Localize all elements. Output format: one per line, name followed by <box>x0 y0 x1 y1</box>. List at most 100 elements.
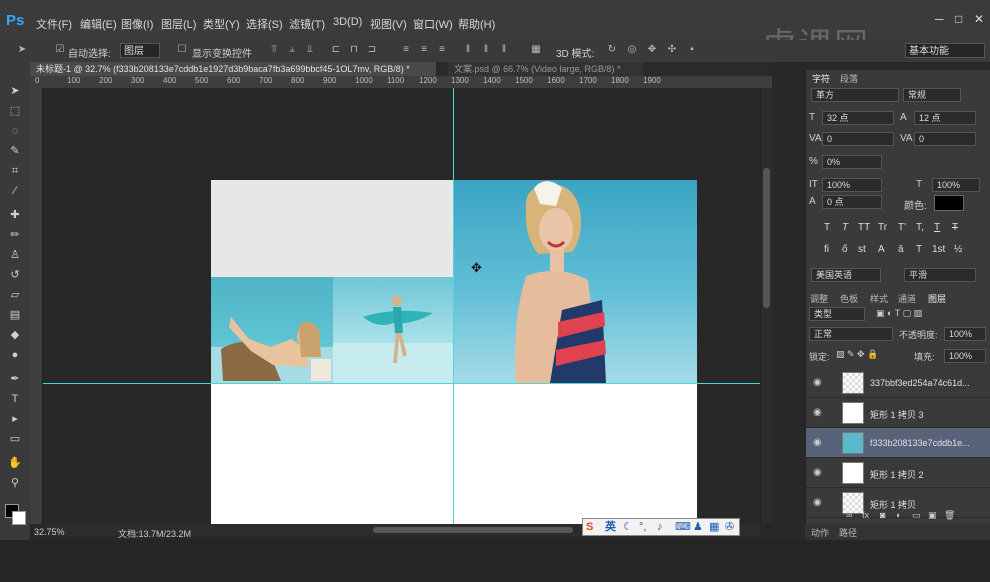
add-mask-icon[interactable]: ◙ <box>880 510 885 520</box>
shape-tool-icon[interactable]: ▭ <box>7 432 23 446</box>
moon-icon[interactable]: ☾ <box>623 521 633 533</box>
background-color-swatch[interactable] <box>12 511 26 525</box>
kerning-field[interactable]: 0 <box>822 132 894 146</box>
vertical-guide[interactable] <box>453 88 454 524</box>
align-right-icon[interactable]: ⊐ <box>366 44 378 56</box>
tab-channels[interactable]: 通道 <box>898 292 916 305</box>
layer-name[interactable]: f333b208133e7cddb1e... <box>870 438 980 448</box>
visibility-eye-icon[interactable]: ◉ <box>813 497 822 508</box>
tab-paragraph[interactable]: 段落 <box>840 72 858 85</box>
antialias-dropdown[interactable]: 平滑 <box>904 268 976 282</box>
underline-button[interactable]: T <box>934 222 940 233</box>
tracking-field[interactable]: 0 <box>914 132 976 146</box>
menu-select[interactable]: 选择(S) <box>246 16 283 32</box>
contextual-alternates-button[interactable]: ő <box>842 244 848 255</box>
3d-slide-icon[interactable]: ✣ <box>666 44 678 56</box>
quick-select-tool-icon[interactable]: ✎ <box>7 144 23 158</box>
titling-alternates-button[interactable]: T <box>916 244 922 255</box>
document-canvas[interactable] <box>211 180 697 524</box>
link-layers-icon[interactable]: ∞ <box>846 510 852 520</box>
3d-scale-icon[interactable]: ▪ <box>686 44 698 56</box>
horizontal-scroll-thumb[interactable] <box>373 527 573 533</box>
tab-character[interactable]: 字符 <box>812 72 830 85</box>
visibility-eye-icon[interactable]: ◉ <box>813 467 822 478</box>
auto-align-icon[interactable]: ▦ <box>530 44 542 56</box>
keyboard-icon[interactable]: ⌨ <box>675 521 691 533</box>
layer-row[interactable]: ◉ 337bbf3ed254a74c61d... <box>806 368 990 398</box>
ligatures-button[interactable]: fi <box>824 244 829 255</box>
3d-roll-icon[interactable]: ◎ <box>626 44 638 56</box>
horizontal-guide[interactable] <box>43 383 760 384</box>
zoom-level[interactable]: 32.75% <box>34 527 65 537</box>
type-tool-icon[interactable]: T <box>7 392 23 406</box>
font-style-dropdown[interactable]: 常规 <box>903 88 961 102</box>
all-caps-button[interactable]: TT <box>858 222 870 233</box>
tab-styles[interactable]: 样式 <box>870 292 888 305</box>
microphone-icon[interactable]: ♪ <box>657 521 663 533</box>
ime-language-label[interactable]: 英 <box>605 521 616 533</box>
tab-actions[interactable]: 动作 <box>811 526 829 539</box>
workspace-dropdown[interactable]: 基本功能 <box>905 43 985 58</box>
history-brush-tool-icon[interactable]: ↺ <box>7 268 23 282</box>
menu-layer[interactable]: 图层(L) <box>161 16 196 32</box>
dodge-tool-icon[interactable]: ● <box>7 348 23 362</box>
canvas-area[interactable]: ✥ <box>43 88 760 524</box>
layer-name[interactable]: 337bbf3ed254a74c61d... <box>870 378 980 388</box>
3d-rotate-icon[interactable]: ↻ <box>606 44 618 56</box>
align-vcenter-icon[interactable]: ⫨ <box>286 44 298 56</box>
distribute-right-icon[interactable]: ‖ <box>498 44 510 56</box>
menu-type[interactable]: 类型(Y) <box>203 16 240 32</box>
auto-select-dropdown[interactable]: 图层 <box>120 43 160 58</box>
ime-toolbar[interactable]: S 英 ☾ °, ♪ ⌨ ♟ ▦ ✇ <box>582 518 740 536</box>
tab-untitled-1[interactable]: 未标题-1 @ 32.7% (f333b208133e7cddb1e1927d3… <box>30 62 436 76</box>
distribute-hcenter-icon[interactable]: ‖ <box>480 44 492 56</box>
strikethrough-button[interactable]: T <box>952 222 958 233</box>
minimize-button[interactable]: ─ <box>935 12 944 26</box>
checkbox-icon[interactable]: ☐ <box>176 44 188 56</box>
align-left-icon[interactable]: ⊏ <box>330 44 342 56</box>
lock-icons[interactable]: ▨ ✎ ✥ 🔒 <box>836 349 878 360</box>
pen-tool-icon[interactable]: ✒ <box>7 372 23 386</box>
distribute-vcenter-icon[interactable]: ≡ <box>418 44 430 56</box>
vertical-scale-field[interactable]: 100% <box>822 178 882 192</box>
faux-bold-button[interactable]: T <box>824 222 830 233</box>
stylistic-alternates-button[interactable]: ā <box>898 244 904 255</box>
tsume-field[interactable]: 0% <box>822 155 882 169</box>
tab-adjustments[interactable]: 调整 <box>810 292 828 305</box>
tab-copywriting-psd[interactable]: 文案.psd @ 66.7% (Video large, RGB/8) * <box>448 62 643 76</box>
small-caps-button[interactable]: Tr <box>878 222 887 233</box>
menu-edit[interactable]: 编辑(E) <box>80 16 117 32</box>
distribute-bottom-icon[interactable]: ≡ <box>436 44 448 56</box>
layer-row[interactable]: ◉ 矩形 1 拷贝 3 <box>806 398 990 428</box>
subscript-button[interactable]: T, <box>916 222 924 233</box>
swash-button[interactable]: A <box>878 244 885 255</box>
distribute-top-icon[interactable]: ≡ <box>400 44 412 56</box>
new-group-icon[interactable]: ▭ <box>912 510 921 521</box>
menu-window[interactable]: 窗口(W) <box>413 16 453 32</box>
hand-tool-icon[interactable]: ✋ <box>7 456 23 470</box>
superscript-button[interactable]: T' <box>898 222 906 233</box>
skin-icon[interactable]: ♟ <box>693 521 703 533</box>
blend-mode-dropdown[interactable]: 正常 <box>809 327 893 341</box>
move-tool-icon[interactable]: ➤ <box>16 44 28 56</box>
crop-tool-icon[interactable]: ⌗ <box>7 164 23 178</box>
fractions-button[interactable]: ½ <box>954 244 962 255</box>
zoom-tool-icon[interactable]: ⚲ <box>7 476 23 490</box>
close-button[interactable]: ✕ <box>974 12 984 26</box>
visibility-eye-icon[interactable]: ◉ <box>813 437 822 448</box>
eraser-tool-icon[interactable]: ▱ <box>7 288 23 302</box>
ordinals-button[interactable]: 1st <box>932 244 945 255</box>
align-hcenter-icon[interactable]: ⊓ <box>348 44 360 56</box>
toolbox-icon[interactable]: ▦ <box>709 521 719 533</box>
checkbox-icon[interactable]: ☑ <box>54 44 66 56</box>
settings-wrench-icon[interactable]: ✇ <box>725 521 734 533</box>
fill-field[interactable]: 100% <box>944 349 986 363</box>
faux-italic-button[interactable]: T <box>842 222 848 233</box>
menu-image[interactable]: 图像(I) <box>121 16 153 32</box>
leading-field[interactable]: 12 点 <box>914 111 976 125</box>
tab-layers[interactable]: 图层 <box>928 292 946 305</box>
move-tool-icon[interactable]: ➤ <box>7 84 23 98</box>
opacity-field[interactable]: 100% <box>944 327 986 341</box>
layer-filter-icons[interactable]: ▣ ◐ T ▢ ▧ <box>876 308 922 319</box>
eyedropper-tool-icon[interactable]: ⁄ <box>7 184 23 198</box>
